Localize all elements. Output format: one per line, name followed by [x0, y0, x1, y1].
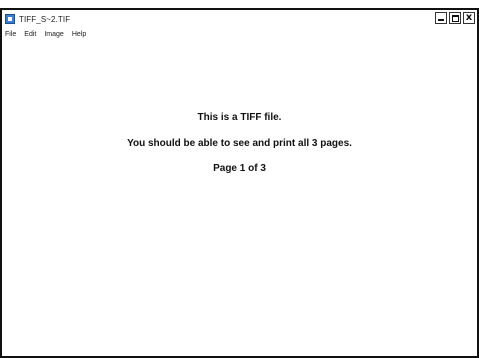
close-icon: x — [465, 12, 473, 23]
maximize-button[interactable] — [449, 12, 461, 24]
page-indicator: Page 1 of 3 — [213, 163, 266, 174]
minimize-icon — [438, 19, 444, 21]
menu-file[interactable]: File — [5, 31, 16, 38]
document-instruction: You should be able to see and print all … — [127, 138, 352, 149]
document-heading: This is a TIFF file. — [197, 112, 282, 123]
document-view[interactable]: This is a TIFF file. You should be able … — [2, 40, 477, 356]
menu-edit[interactable]: Edit — [24, 31, 36, 38]
app-icon[interactable] — [5, 14, 15, 24]
menu-help[interactable]: Help — [72, 31, 86, 38]
minimize-button[interactable] — [435, 12, 447, 24]
close-button[interactable]: x — [463, 12, 475, 24]
title-bar[interactable]: TIFF_S~2.TIF x — [2, 10, 477, 28]
app-window: TIFF_S~2.TIF x File Edit Image Help This… — [0, 8, 479, 358]
menu-image[interactable]: Image — [44, 31, 63, 38]
window-controls: x — [435, 12, 475, 24]
maximize-icon — [452, 15, 459, 22]
window-title: TIFF_S~2.TIF — [19, 14, 71, 24]
menu-bar: File Edit Image Help — [2, 28, 477, 40]
